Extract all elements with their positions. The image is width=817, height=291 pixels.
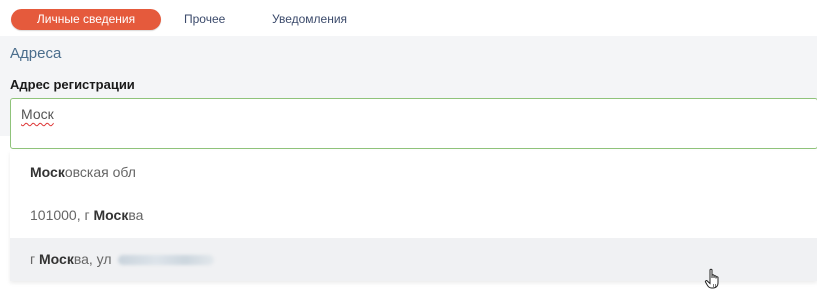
tabs-bar: Личные сведения Прочее Уведомления <box>0 0 817 36</box>
suggestion-rest: ва <box>128 207 144 223</box>
suggestion-item[interactable]: Московская обл <box>10 151 817 194</box>
suggestion-rest: ва, ул <box>73 251 112 267</box>
tab-other[interactable]: Прочее <box>184 9 225 30</box>
address-suggestions-dropdown: Московская обл 101000, г Москва г Москва… <box>10 151 817 281</box>
profile-page: Личные сведения Прочее Уведомления Адрес… <box>0 0 817 291</box>
suggestion-prefix: г <box>30 251 39 267</box>
suggestion-prefix: 101000, г <box>30 207 94 223</box>
tab-notifications[interactable]: Уведомления <box>272 9 347 30</box>
registration-address-label: Адрес регистрации <box>10 77 135 92</box>
hand-pointer-icon <box>704 268 719 289</box>
suggestion-rest: овская обл <box>64 164 136 180</box>
suggestion-item-hovered[interactable]: г Москва, ул <box>10 238 817 281</box>
redacted-street-name <box>117 255 214 266</box>
tab-personal-info[interactable]: Личные сведения <box>11 9 161 30</box>
suggestion-match: Моск <box>39 251 74 267</box>
suggestion-match: Моск <box>93 207 129 223</box>
suggestion-item[interactable]: 101000, г Москва <box>10 194 817 237</box>
suggestion-match: Моск <box>30 164 65 180</box>
section-title: Адреса <box>10 45 62 62</box>
registration-address-input[interactable] <box>10 98 817 149</box>
